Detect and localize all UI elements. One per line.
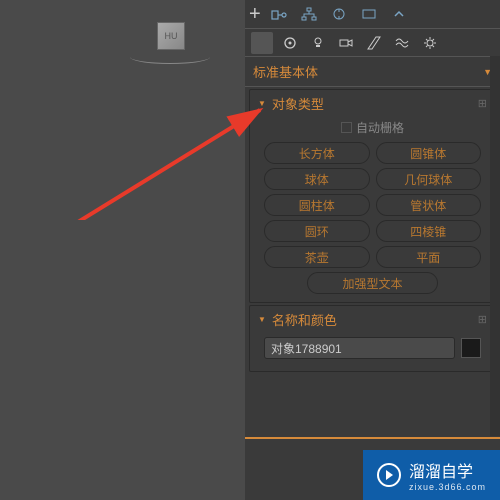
lights-icon[interactable] — [307, 32, 329, 54]
auto-grid-checkbox[interactable] — [341, 122, 352, 133]
command-panel: + — [245, 0, 500, 500]
auto-grid-label: 自动栅格 — [356, 119, 404, 136]
name-row — [250, 333, 495, 363]
command-tabs: + — [245, 0, 500, 29]
pyramid-button[interactable]: 四棱锥 — [376, 220, 482, 242]
systems-icon[interactable] — [419, 32, 441, 54]
modify-tab-icon[interactable] — [267, 4, 291, 24]
section-title: 对象类型 — [272, 94, 324, 113]
viewcube[interactable]: HU — [157, 22, 185, 50]
category-toolbar — [245, 29, 500, 57]
motion-tab-icon[interactable] — [327, 4, 351, 24]
plane-button[interactable]: 平面 — [376, 246, 482, 268]
section-menu-icon[interactable]: ⊞ — [478, 313, 487, 326]
hierarchy-tab-icon[interactable] — [297, 4, 321, 24]
viewcube-label: HU — [165, 31, 178, 41]
play-logo-icon — [377, 463, 401, 487]
object-name-input[interactable] — [264, 337, 455, 359]
geometry-icon[interactable] — [251, 32, 273, 54]
watermark-brand: 溜溜自学 — [409, 458, 486, 482]
geosphere-button[interactable]: 几何球体 — [376, 168, 482, 190]
spacewarps-icon[interactable] — [391, 32, 413, 54]
sphere-button[interactable]: 球体 — [264, 168, 370, 190]
auto-grid-row: 自动栅格 — [250, 117, 495, 142]
display-tab-icon[interactable] — [357, 4, 381, 24]
textplus-button[interactable]: 加强型文本 — [307, 272, 437, 294]
tube-button[interactable]: 管状体 — [376, 194, 482, 216]
primitive-category-dropdown[interactable]: 标准基本体 ▼ — [245, 57, 500, 87]
viewcube-base — [130, 50, 210, 64]
create-tab-icon[interactable]: + — [249, 3, 261, 26]
color-swatch[interactable] — [461, 338, 481, 358]
cylinder-button[interactable]: 圆柱体 — [264, 194, 370, 216]
shapes-icon[interactable] — [279, 32, 301, 54]
object-type-section: ▼ 对象类型 ⊞ 自动栅格 长方体 圆锥体 球体 几何球体 圆柱体 管状体 圆环… — [249, 89, 496, 303]
box-button[interactable]: 长方体 — [264, 142, 370, 164]
helpers-icon[interactable] — [363, 32, 385, 54]
teapot-button[interactable]: 茶壶 — [264, 246, 370, 268]
torus-button[interactable]: 圆环 — [264, 220, 370, 242]
name-color-section: ▼ 名称和颜色 ⊞ — [249, 305, 496, 372]
collapse-icon: ▼ — [258, 315, 266, 324]
dropdown-label: 标准基本体 — [253, 62, 318, 81]
section-header[interactable]: ▼ 对象类型 ⊞ — [250, 90, 495, 117]
viewport[interactable]: HU — [0, 0, 245, 500]
collapse-icon: ▼ — [258, 99, 266, 108]
watermark: 溜溜自学 zixue.3d66.com — [363, 450, 500, 500]
section-header[interactable]: ▼ 名称和颜色 ⊞ — [250, 306, 495, 333]
utilities-tab-icon[interactable] — [387, 4, 411, 24]
panel-divider — [245, 437, 500, 439]
cone-button[interactable]: 圆锥体 — [376, 142, 482, 164]
section-title: 名称和颜色 — [272, 310, 337, 329]
section-menu-icon[interactable]: ⊞ — [478, 97, 487, 110]
watermark-url: zixue.3d66.com — [409, 482, 486, 492]
primitive-buttons: 长方体 圆锥体 球体 几何球体 圆柱体 管状体 圆环 四棱锥 茶壶 平面 加强型… — [250, 142, 495, 294]
panel-scrollbar[interactable] — [490, 56, 500, 436]
cameras-icon[interactable] — [335, 32, 357, 54]
